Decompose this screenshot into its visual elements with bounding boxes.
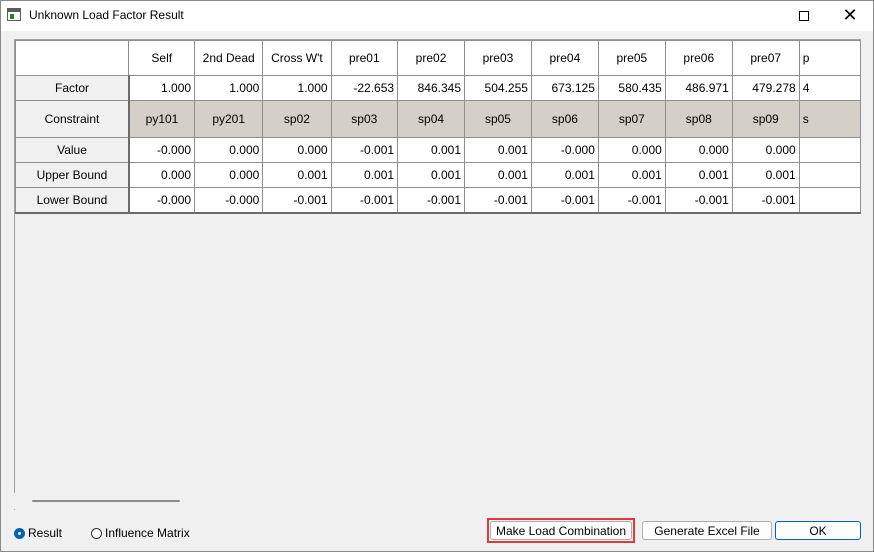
- table-cell[interactable]: s: [798, 100, 861, 138]
- column-header[interactable]: pre02: [397, 40, 465, 76]
- table-cell[interactable]: -0.000: [194, 187, 264, 214]
- row-header-constraint: Constraint: [15, 100, 130, 138]
- result-table: Self 2nd Dead Cross W't pre01 pre02 pre0…: [15, 40, 861, 214]
- table-cell[interactable]: 0.000: [262, 137, 332, 163]
- table-cell[interactable]: 846.345: [397, 75, 465, 101]
- table-cell[interactable]: 486.971: [664, 75, 733, 101]
- table-cell[interactable]: 0.001: [397, 137, 465, 163]
- table-cell[interactable]: sp08: [664, 100, 733, 138]
- table-cell[interactable]: 0.001: [464, 137, 532, 163]
- table-row-factor: Factor 1.000 1.000 1.000 -22.653 846.345…: [15, 75, 861, 101]
- table-cell[interactable]: sp02: [262, 100, 332, 138]
- table-row-upper-bound: Upper Bound 0.000 0.000 0.001 0.001 0.00…: [15, 162, 861, 188]
- app-icon: [7, 8, 21, 21]
- table-cell[interactable]: 580.435: [597, 75, 666, 101]
- row-header-lower-bound: Lower Bound: [15, 187, 130, 214]
- table-cell[interactable]: 4: [798, 75, 861, 101]
- result-radio-label: Result: [28, 526, 63, 540]
- table-cell[interactable]: 0.001: [597, 162, 666, 188]
- table-cell[interactable]: -0.001: [397, 187, 465, 214]
- table-row-value: Value -0.000 0.000 0.000 -0.001 0.001 0.…: [15, 137, 861, 163]
- table-cell[interactable]: -22.653: [330, 75, 399, 101]
- table-cell[interactable]: -0.001: [664, 187, 733, 214]
- table-cell[interactable]: -0.001: [731, 187, 800, 214]
- table-cell[interactable]: -0.000: [128, 137, 196, 163]
- table-cell[interactable]: 0.001: [464, 162, 532, 188]
- row-header-factor: Factor: [15, 75, 130, 101]
- table-cell[interactable]: 1.000: [262, 75, 332, 101]
- row-header-upper-bound: Upper Bound: [15, 162, 130, 188]
- table-cell[interactable]: 1.000: [128, 75, 196, 101]
- table-cell[interactable]: 0.000: [194, 162, 264, 188]
- table-cell[interactable]: -0.001: [464, 187, 532, 214]
- radio-checked-icon: [14, 527, 25, 539]
- table-cell[interactable]: py201: [194, 100, 264, 138]
- column-header[interactable]: pre01: [330, 40, 399, 76]
- table-cell[interactable]: sp09: [731, 100, 800, 138]
- table-cell[interactable]: -0.001: [330, 187, 399, 214]
- table-cell[interactable]: sp03: [330, 100, 399, 138]
- table-cell[interactable]: [798, 137, 861, 163]
- column-header[interactable]: p: [798, 40, 861, 76]
- highlight-box: [487, 518, 635, 543]
- table-cell[interactable]: 0.000: [597, 137, 666, 163]
- influence-matrix-radio[interactable]: Influence Matrix: [91, 526, 190, 540]
- table-cell[interactable]: 673.125: [530, 75, 599, 101]
- table-cell[interactable]: 0.001: [664, 162, 733, 188]
- table-cell[interactable]: 0.001: [330, 162, 399, 188]
- table-cell[interactable]: 0.000: [128, 162, 196, 188]
- influence-matrix-radio-label: Influence Matrix: [105, 526, 190, 540]
- result-radio[interactable]: Result: [14, 526, 62, 540]
- table-cell[interactable]: 0.001: [262, 162, 332, 188]
- table-cell[interactable]: [798, 187, 861, 214]
- column-header[interactable]: Cross W't: [262, 40, 332, 76]
- table-cell[interactable]: -0.001: [330, 137, 399, 163]
- table-cell[interactable]: sp06: [530, 100, 599, 138]
- table-cell[interactable]: -0.001: [597, 187, 666, 214]
- row-header-value: Value: [15, 137, 130, 163]
- table-cell[interactable]: 0.000: [664, 137, 733, 163]
- title-bar: Unknown Load Factor Result ✕: [1, 1, 873, 31]
- table-cell[interactable]: [798, 162, 861, 188]
- load-factor-result-window: Unknown Load Factor Result ✕ Self 2nd De…: [0, 0, 874, 552]
- table-cell[interactable]: py101: [128, 100, 196, 138]
- maximize-button[interactable]: [781, 1, 827, 31]
- table-cell[interactable]: 504.255: [464, 75, 532, 101]
- column-header[interactable]: Self: [128, 40, 196, 76]
- close-button[interactable]: ✕: [827, 1, 873, 31]
- table-cell[interactable]: -0.000: [128, 187, 196, 214]
- table-cell[interactable]: 0.001: [731, 162, 800, 188]
- window-title: Unknown Load Factor Result: [29, 8, 184, 22]
- column-header[interactable]: pre05: [597, 40, 666, 76]
- table-cell[interactable]: 479.278: [731, 75, 800, 101]
- ok-button[interactable]: OK: [775, 521, 861, 540]
- table-cell[interactable]: 0.000: [194, 137, 264, 163]
- horizontal-scrollbar[interactable]: [14, 493, 860, 509]
- table-row-constraint: Constraint py101 py201 sp02 sp03 sp04 sp…: [15, 100, 861, 138]
- table-cell[interactable]: -0.001: [262, 187, 332, 214]
- scrollbar-thumb[interactable]: [32, 500, 180, 502]
- table-cell[interactable]: -0.000: [530, 137, 599, 163]
- result-grid[interactable]: Self 2nd Dead Cross W't pre01 pre02 pre0…: [14, 39, 861, 510]
- column-header[interactable]: pre06: [664, 40, 733, 76]
- generate-excel-file-button[interactable]: Generate Excel File: [642, 521, 772, 540]
- column-header[interactable]: pre04: [530, 40, 599, 76]
- table-cell[interactable]: 0.001: [397, 162, 465, 188]
- radio-unchecked-icon: [91, 527, 102, 539]
- table-cell[interactable]: sp05: [464, 100, 532, 138]
- table-cell[interactable]: -0.001: [530, 187, 599, 214]
- table-cell[interactable]: 0.001: [530, 162, 599, 188]
- table-row-lower-bound: Lower Bound -0.000 -0.000 -0.001 -0.001 …: [15, 187, 861, 214]
- grid-corner-cell: [15, 40, 130, 76]
- column-header[interactable]: pre03: [464, 40, 532, 76]
- maximize-icon: [799, 11, 809, 21]
- table-cell[interactable]: 0.000: [731, 137, 800, 163]
- table-cell[interactable]: 1.000: [194, 75, 264, 101]
- column-header[interactable]: pre07: [731, 40, 800, 76]
- column-header[interactable]: 2nd Dead: [194, 40, 264, 76]
- table-cell[interactable]: sp07: [597, 100, 666, 138]
- close-icon: ✕: [842, 5, 858, 26]
- table-cell[interactable]: sp04: [397, 100, 465, 138]
